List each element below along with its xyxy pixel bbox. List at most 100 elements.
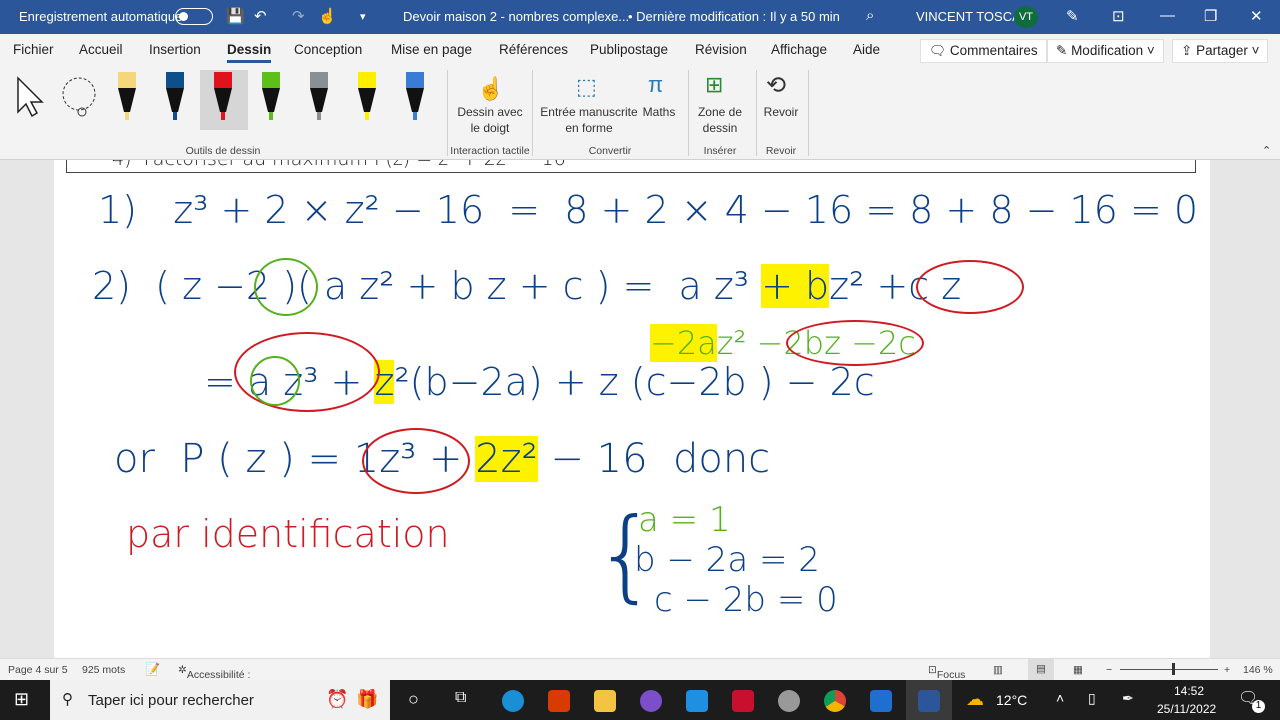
tab-mise-en-page[interactable]: Mise en page xyxy=(391,42,472,57)
label-line: Dessin avec xyxy=(457,105,523,119)
ink-to-math-button[interactable]: Maths xyxy=(638,104,680,120)
alarm-clock-icon: ⏰ xyxy=(326,689,349,709)
green-pen-icon[interactable] xyxy=(260,72,282,122)
tab-fichier[interactable]: Fichier xyxy=(13,42,54,57)
ink-replay-button[interactable]: Revoir xyxy=(760,104,802,120)
proofing-icon[interactable]: 📝 xyxy=(145,662,160,676)
weather-temp[interactable]: 12°C xyxy=(996,692,1027,708)
collapse-ribbon-icon[interactable]: ⌃ xyxy=(1262,144,1271,157)
tab-aide[interactable]: Aide xyxy=(853,42,880,57)
drawing-canvas-button[interactable]: Zone de dessin xyxy=(692,104,748,136)
ink-to-shape-icon: ⬚ xyxy=(576,74,597,99)
office-icon[interactable] xyxy=(548,690,570,712)
app-icon[interactable] xyxy=(870,690,892,712)
undo-icon[interactable]: ↶ xyxy=(254,7,267,25)
touch-mode-icon[interactable]: ☝ xyxy=(318,7,337,25)
word-taskbar-button[interactable] xyxy=(906,680,952,720)
cortana-icon[interactable]: ○ xyxy=(408,689,419,710)
clock-time[interactable]: 14:52 xyxy=(1174,684,1204,698)
tab-dessin[interactable]: Dessin xyxy=(227,42,272,63)
red-pen-icon[interactable] xyxy=(212,72,234,122)
snipping-tool-icon[interactable] xyxy=(778,690,800,712)
accessibility-status[interactable]: ✲ Accessibilité : consultez nos recomman… xyxy=(178,664,270,705)
weather-icon[interactable]: ☁ xyxy=(966,689,984,710)
tab-conception[interactable]: Conception xyxy=(294,42,362,57)
title-bar: Enregistrement automatique 💾 ↶ ↷ ☝ ▾ Dev… xyxy=(0,0,1280,34)
taskbar-search[interactable]: ⚲ Taper ici pour rechercher ⏰ 🎁 xyxy=(50,680,390,720)
show-hidden-icons[interactable]: ˄ xyxy=(1056,690,1064,706)
mcafee-icon[interactable] xyxy=(732,690,754,712)
chrome-icon[interactable] xyxy=(824,690,846,712)
user-name[interactable]: VINCENT TOSCA xyxy=(916,9,1021,24)
tab-affichage[interactable]: Affichage xyxy=(771,42,827,57)
editing-mode-button[interactable]: ✎ Modification ˅ xyxy=(1047,39,1164,63)
last-modified[interactable]: • Dernière modification : Il y a 50 min xyxy=(628,9,840,24)
label-line: dessin xyxy=(702,121,738,135)
windows-start-icon[interactable]: ⊞ xyxy=(14,689,29,710)
label-line: Zone de xyxy=(697,105,743,119)
word-count[interactable]: 925 mots xyxy=(82,664,125,676)
share-button[interactable]: ⇪ Partager ˅ xyxy=(1172,39,1269,63)
zoom-level[interactable]: 146 % xyxy=(1243,664,1273,676)
web-layout-icon[interactable]: ▦ xyxy=(1073,664,1083,676)
draw-with-touch-button[interactable]: Dessin avec le doigt xyxy=(452,104,528,136)
customize-toolbar-icon[interactable]: ▾ xyxy=(360,10,366,23)
tab-publipostage[interactable]: Publipostage xyxy=(590,42,668,57)
task-view-icon[interactable]: ⧉ xyxy=(455,689,466,707)
read-mode-icon[interactable]: ▥ xyxy=(993,664,1003,676)
page-count[interactable]: Page 4 sur 5 xyxy=(8,664,68,676)
divider xyxy=(756,70,757,156)
vpn-app-icon[interactable] xyxy=(640,690,662,712)
divider xyxy=(688,70,689,156)
ink-to-shape-button[interactable]: Entrée manuscrite en forme xyxy=(538,104,640,136)
autosave-toggle[interactable] xyxy=(175,8,213,25)
file-explorer-icon[interactable] xyxy=(594,690,616,712)
save-icon[interactable]: 💾 xyxy=(226,7,245,25)
group-label-convert: Convertir xyxy=(588,145,632,157)
pen-icon[interactable]: ✎ xyxy=(1066,7,1079,25)
text: − 16 donc xyxy=(537,436,771,482)
focus-button[interactable]: ⊡ Focus xyxy=(928,664,965,681)
tab-accueil[interactable]: Accueil xyxy=(79,42,123,57)
mail-icon[interactable] xyxy=(686,690,708,712)
tab-revision[interactable]: Révision xyxy=(695,42,747,57)
edge-icon[interactable] xyxy=(502,690,524,712)
green-circle-annotation xyxy=(250,356,300,406)
zoom-slider[interactable] xyxy=(1120,669,1218,670)
lasso-select-icon[interactable] xyxy=(58,74,104,122)
green-circle-annotation xyxy=(254,258,318,316)
print-layout-icon[interactable]: ▤ xyxy=(1028,659,1054,680)
share-label: Partager xyxy=(1196,43,1248,58)
avatar[interactable]: VT xyxy=(1014,6,1038,28)
ribbon-display-icon[interactable]: ⊡ xyxy=(1112,7,1125,25)
status-bar: Page 4 sur 5 925 mots 📝 ✲ Accessibilité … xyxy=(0,658,1280,705)
pencil-eraser-pen-icon[interactable] xyxy=(116,72,138,122)
text: or P ( z ) = xyxy=(114,436,354,482)
tab-insertion[interactable]: Insertion xyxy=(149,42,201,57)
search-icon[interactable]: ⌕ xyxy=(866,7,874,24)
document-title[interactable]: Devoir maison 2 - nombres complexe... xyxy=(403,9,629,24)
gray-pencil-icon[interactable] xyxy=(308,72,330,122)
identification-label: par identification xyxy=(126,512,450,556)
select-arrow-icon[interactable] xyxy=(14,76,48,118)
highlighted-term: −2a xyxy=(650,324,717,362)
restore-icon[interactable]: ❐ xyxy=(1204,7,1217,25)
notification-count: 1 xyxy=(1252,700,1265,713)
minimize-icon[interactable]: — xyxy=(1160,7,1175,24)
pen-workspace-icon[interactable]: ✒ xyxy=(1122,690,1134,707)
divider xyxy=(447,70,448,156)
clock-date[interactable]: 25/11/2022 xyxy=(1157,702,1216,716)
zoom-slider-thumb[interactable] xyxy=(1172,663,1175,675)
document-page[interactable]: 4) Factoriser au maximum P(z) = z³ + 2z²… xyxy=(54,160,1210,658)
close-icon[interactable]: ✕ xyxy=(1250,7,1263,25)
zoom-out-button[interactable]: − xyxy=(1106,664,1112,676)
zoom-in-button[interactable]: + xyxy=(1224,664,1230,676)
tab-references[interactable]: Références xyxy=(499,42,568,57)
blue-pen-icon[interactable] xyxy=(164,72,186,122)
galaxy-pen-icon[interactable] xyxy=(404,72,426,122)
comments-button[interactable]: 🗨 Commentaires xyxy=(920,39,1047,63)
yellow-highlighter-icon[interactable] xyxy=(356,72,378,122)
answer-line-1: 1) z³ + 2 × z² − 16 = 8 + 2 × 4 − 16 = 8… xyxy=(98,188,1199,232)
device-icon[interactable]: ▯ xyxy=(1088,690,1096,707)
redo-icon[interactable]: ↷ xyxy=(292,7,305,25)
